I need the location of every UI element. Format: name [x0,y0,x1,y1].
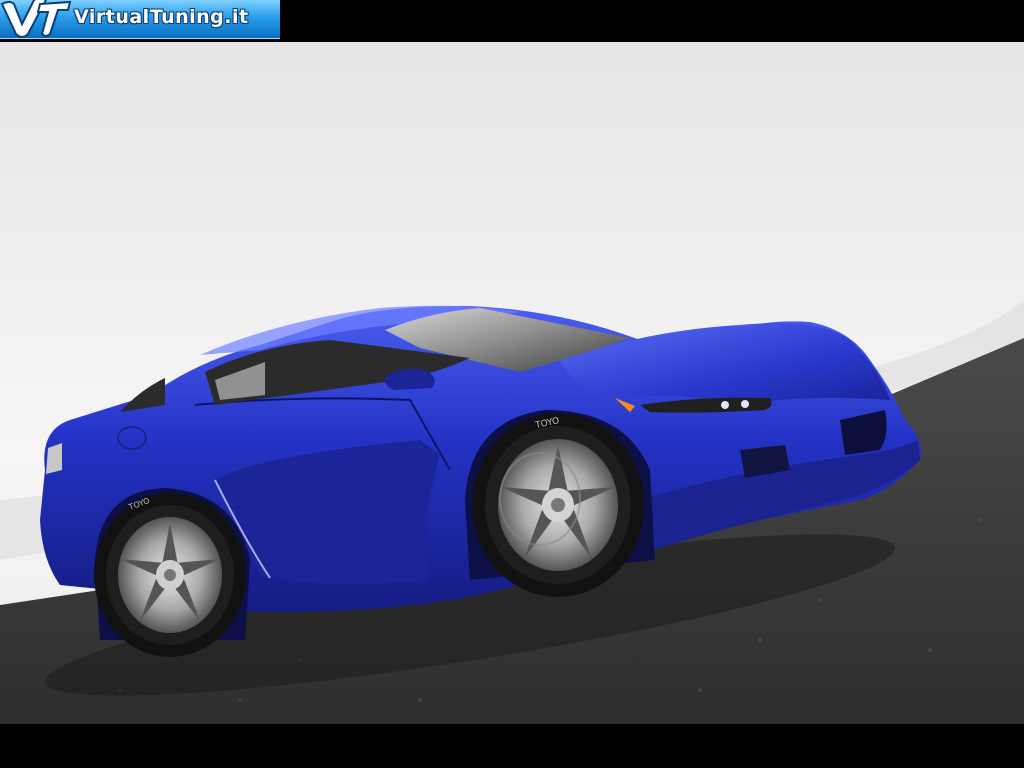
headlight-lamp-2 [741,400,749,408]
rear-wheel [94,493,246,657]
virtualtuning-watermark: VirtualTuning.it [0,0,280,39]
bottom-letterbox-bar [0,724,1024,768]
vt-logo-icon [0,0,72,38]
headlight-lamp-1 [721,401,729,409]
image-frame: TOYO TOYO VirtualTuning.it [0,0,1024,768]
car-scene [0,42,1024,724]
watermark-brand-text: VirtualTuning.it [74,6,249,28]
front-wheel [472,413,644,597]
